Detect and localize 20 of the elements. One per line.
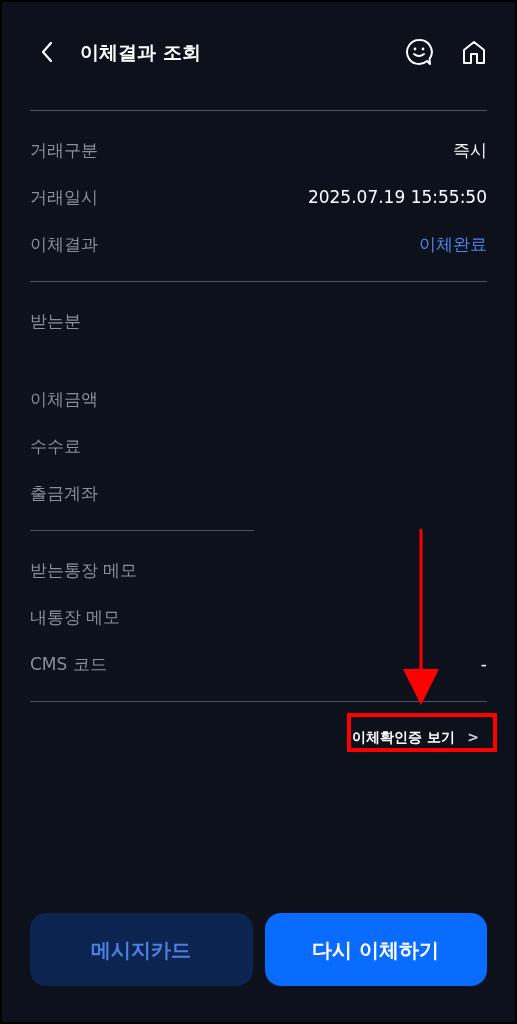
row-value: 즉시: [453, 139, 487, 162]
transfer-again-button[interactable]: 다시 이체하기: [264, 913, 487, 986]
certificate-link[interactable]: 이체확인증 보기 >: [344, 723, 487, 752]
row-label: CMS 코드: [30, 653, 107, 676]
page-title: 이체결과 조회: [80, 39, 201, 65]
message-card-button[interactable]: 메시지카드: [30, 913, 253, 986]
row-label: 거래일시: [30, 186, 98, 209]
row-label: 이체결과: [30, 233, 98, 256]
row-label: 내통장 메모: [30, 606, 121, 629]
row-label: 받는분: [30, 310, 81, 333]
row-value: 이체완료: [419, 233, 487, 256]
row-label: 출금계좌: [30, 482, 98, 505]
row-label: 받는통장 메모: [30, 559, 138, 582]
row-value: 2025.07.19 15:55:50: [307, 186, 487, 209]
home-icon[interactable]: [461, 39, 487, 65]
row-label: 이체금액: [30, 388, 98, 411]
chatbot-icon[interactable]: [405, 38, 433, 66]
row-label: 거래구분: [30, 139, 98, 162]
row-label: 수수료: [30, 435, 81, 458]
row-value: -: [480, 653, 487, 676]
